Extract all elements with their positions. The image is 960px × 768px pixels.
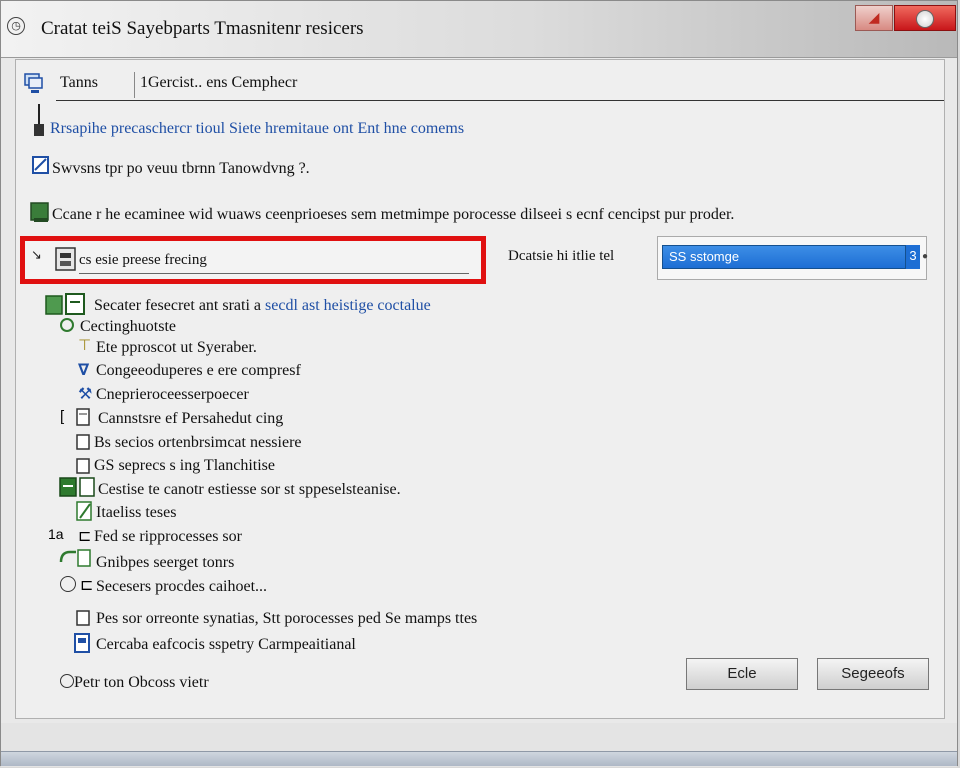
tree-item[interactable]: Pes sor orreonte synatias, Stt porocesse… <box>96 610 477 628</box>
tree-header-link[interactable]: secdl ast heistige coctalue <box>265 297 431 314</box>
tree-header: Secater fesecret ant srati a secdl ast h… <box>94 297 431 315</box>
tree-item[interactable]: Cannstsre ef Persahedut cing <box>98 410 283 428</box>
footer-option-label[interactable]: Petr ton Obcoss vietr <box>74 674 209 692</box>
tree-bracket: ⊏ <box>78 528 92 545</box>
tree-item[interactable]: Gnibpes seerget tonrs <box>96 554 234 572</box>
tree-item[interactable]: Cneprieroceesserpoecer <box>96 386 249 404</box>
taskbar-strip <box>1 751 957 766</box>
computer-icon <box>24 73 43 93</box>
tree-bracket: [ <box>60 408 65 425</box>
info-circle-icon <box>60 576 76 592</box>
radio-icon[interactable] <box>60 318 74 332</box>
app-icon: ◷ <box>7 17 25 35</box>
checkbox-icon[interactable] <box>76 608 92 628</box>
edit-icon <box>32 156 49 174</box>
tree-item[interactable]: Cestise te canotr estiesse sor st sppese… <box>98 481 401 499</box>
minimize-button[interactable]: ◢ <box>855 5 893 31</box>
tab-components[interactable]: 1Gercist.. ens Cemphecr <box>140 74 297 92</box>
tree-item[interactable]: Fed se ripprocesses sor <box>94 528 242 546</box>
radio-button[interactable] <box>60 674 74 688</box>
primary-button[interactable]: Ecle <box>686 658 798 690</box>
tree-item[interactable]: Cercaba eafcocis sspetry Carmpeaitianal <box>96 636 356 654</box>
tab-general[interactable]: Tanns <box>60 74 98 92</box>
process-dropdown[interactable]: SS sstomge 3 ● <box>657 236 928 280</box>
tree-item[interactable]: Congeeoduperes e ere compresf <box>96 362 301 380</box>
folder-pair-icon <box>45 293 85 315</box>
title-bar[interactable]: ◷ Cratat teiS Sayebparts Tmasnitenr resi… <box>1 1 957 58</box>
calendar-icon <box>74 633 90 653</box>
dropdown-selected-value[interactable]: SS sstomge <box>662 245 906 269</box>
dropdown-count: 3 <box>906 245 920 269</box>
tree-item[interactable]: GS seprecs s ing Tlanchitise <box>94 457 275 475</box>
window-title: Cratat teiS Sayebparts Tmasnitenr resice… <box>41 18 364 39</box>
close-button[interactable] <box>894 5 956 31</box>
checkbox-icon[interactable] <box>30 202 50 224</box>
main-panel: Tanns 1Gercist.. ens Cemphecr Rrsapihe p… <box>15 59 945 719</box>
tool-icon: ⚒ <box>78 386 93 403</box>
tree-item[interactable]: Secesers procdes caihoet... <box>96 578 267 596</box>
cursor-icon <box>34 104 44 136</box>
tree-item[interactable]: Cectinghuotste <box>80 318 176 336</box>
chevron-down-icon[interactable]: ● <box>922 251 928 262</box>
highlighted-field[interactable]: ↘ cs esie preese frecing <box>20 236 486 284</box>
tree-item[interactable]: Bs secios ortenbrsimcat nessiere <box>94 434 302 452</box>
tab-divider <box>134 72 135 98</box>
process-field[interactable]: cs esie preese frecing <box>79 249 469 274</box>
close-icon <box>916 10 934 28</box>
funnel-icon: ∇ <box>78 362 90 379</box>
tab-underline <box>56 100 944 101</box>
arrow-icon: ↘ <box>31 247 42 262</box>
tree-header-text: Secater fesecret ant srati a <box>94 297 262 314</box>
filter-icon: ⊤ <box>78 337 92 354</box>
pen-icon <box>76 501 92 521</box>
description-text: Rrsapihe precaschercr tioul Siete hremit… <box>50 120 465 137</box>
tree-item[interactable]: Ete pproscot ut Syeraber. <box>96 339 257 357</box>
secondary-button[interactable]: Segeeofs <box>817 658 929 690</box>
tree-number: 1a <box>48 526 64 542</box>
dialog-window: ◷ Cratat teiS Sayebparts Tmasnitenr resi… <box>0 0 958 767</box>
checkbox-icon[interactable] <box>76 432 92 452</box>
checkbox-icon[interactable] <box>76 456 92 476</box>
process-icon <box>55 247 76 271</box>
tree-bracket: ⊏ <box>80 577 94 594</box>
grid-pair-icon <box>59 477 95 497</box>
tree-item[interactable]: Itaeliss teses <box>96 504 176 522</box>
document-icon <box>76 408 90 426</box>
dropdown-label: Dcatsie hi itlie tel <box>508 248 615 264</box>
link-icon <box>59 549 91 567</box>
option-description: Ccane r he ecaminee wid wuaws ceenprioes… <box>52 206 735 223</box>
prompt-text: Swvsns tpr po veuu tbrnn Tanowdvng ?. <box>52 160 310 177</box>
